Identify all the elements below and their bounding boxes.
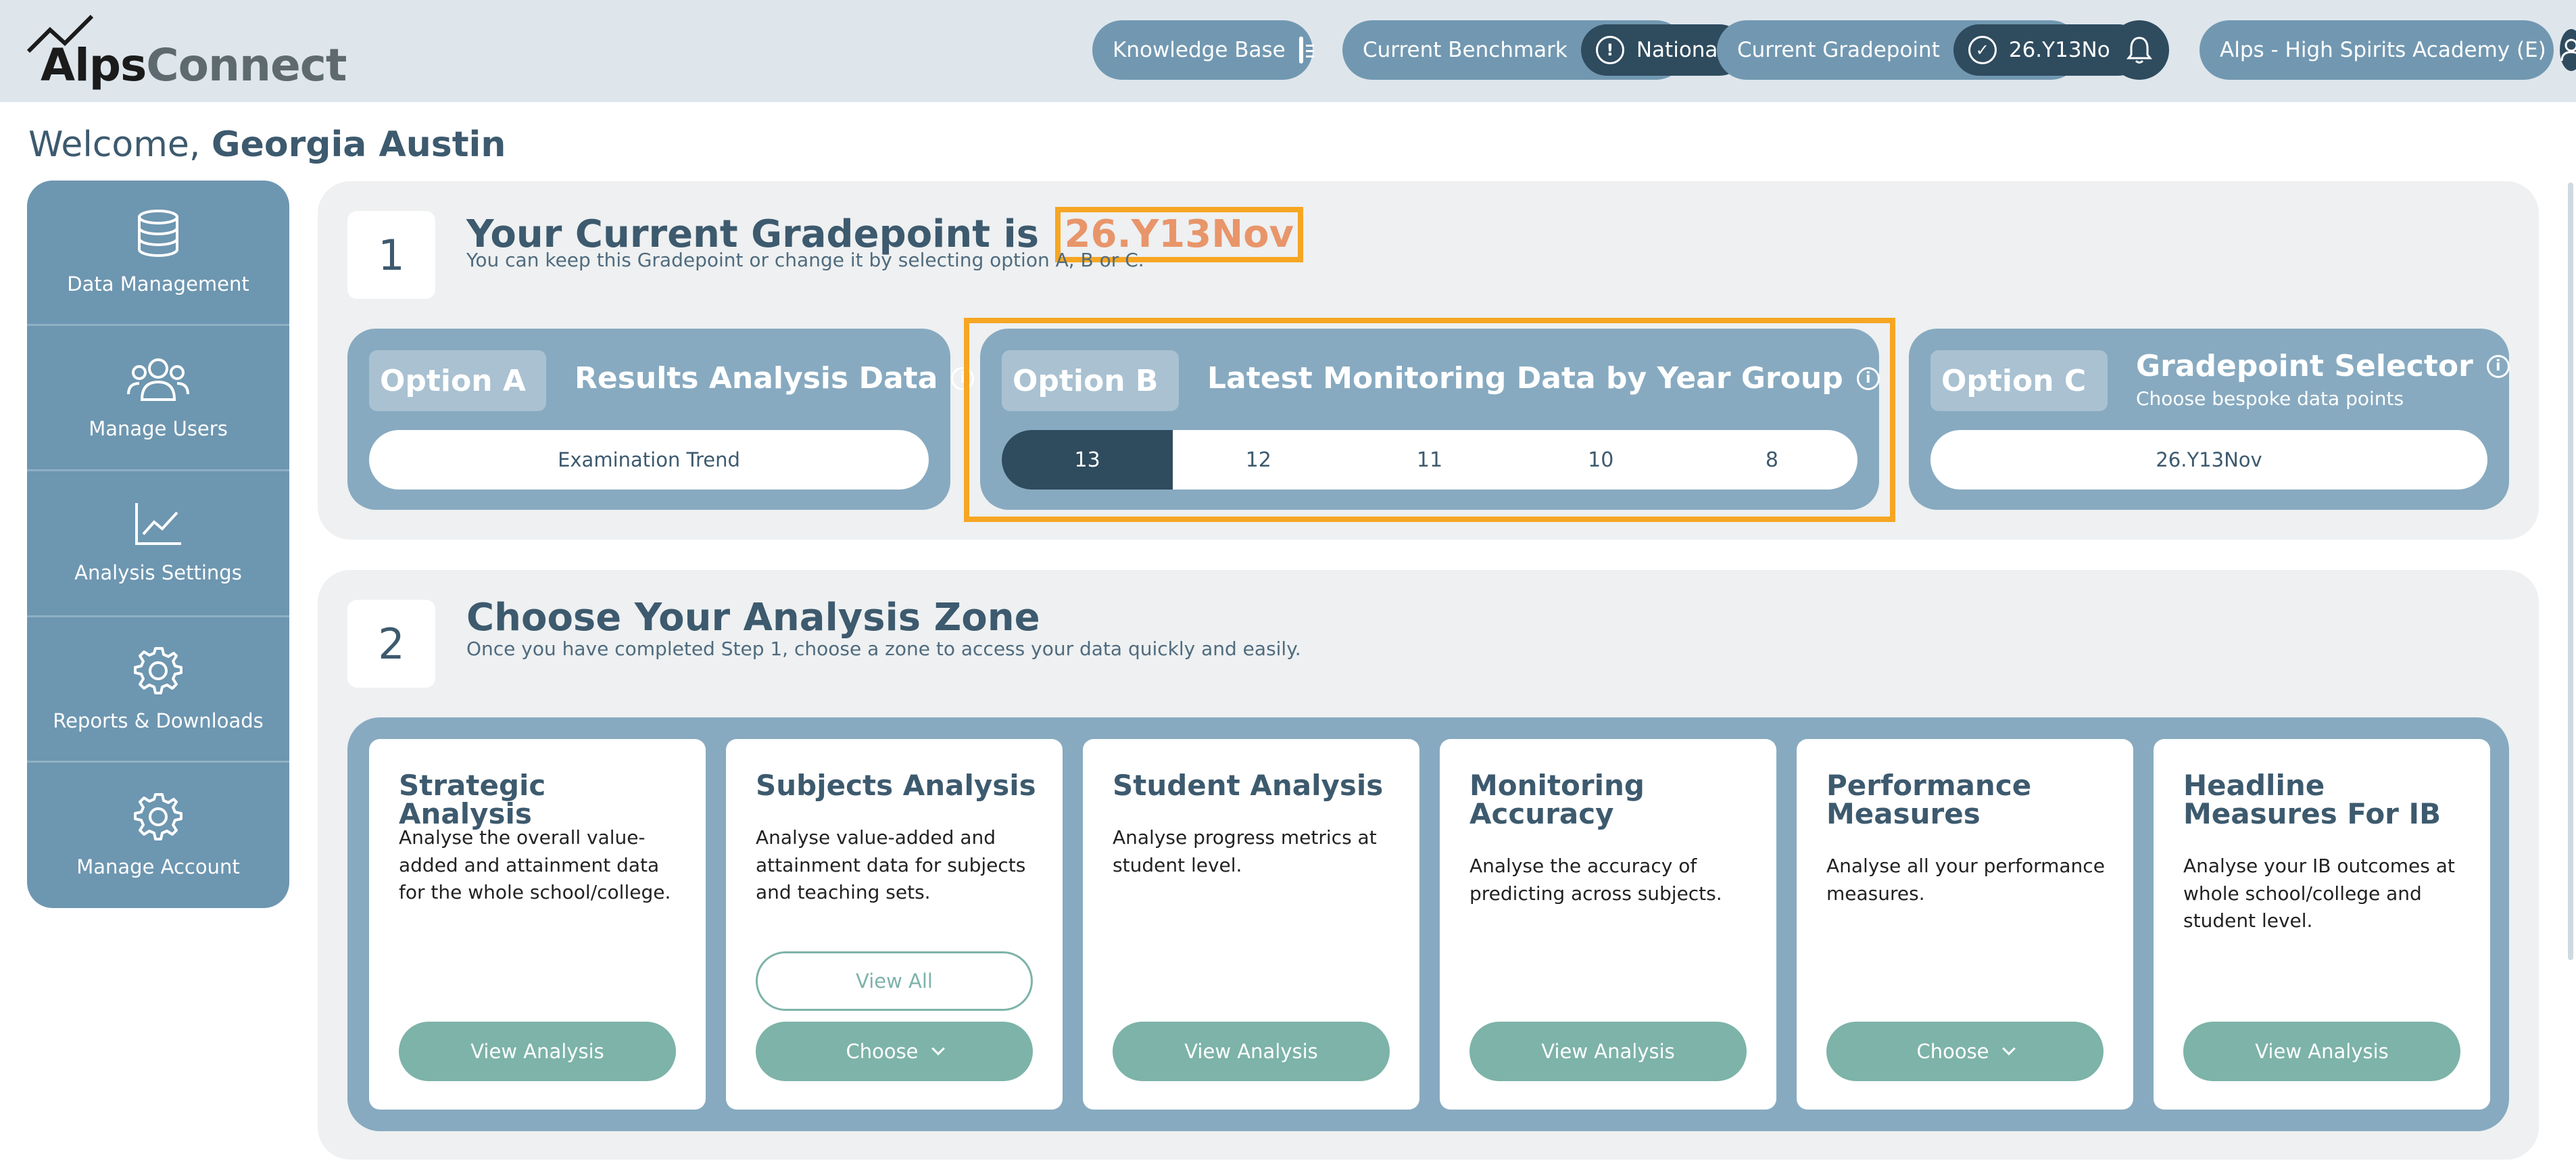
knowledge-base-button[interactable]: Knowledge Base [1092, 20, 1314, 80]
card-title: Student Analysis [1113, 769, 1384, 802]
chevron-down-icon [931, 1042, 945, 1055]
card-title: Headline Measures For IB [2183, 769, 2441, 830]
option-b-highlight-frame [964, 318, 1895, 522]
card-description: Analyse the overall value-added and atta… [399, 826, 671, 904]
zone-card-strategic-analysis: Strategic Analysis Analyse the overall v… [369, 739, 706, 1110]
page-scrollbar[interactable] [2568, 183, 2573, 960]
alps-connect-logo[interactable]: AlpsConnect [27, 14, 347, 91]
option-a-tag: Option A [369, 350, 546, 411]
card-description: Analyse the accuracy of predicting acros… [1469, 855, 1722, 905]
gradepoint-selector-button[interactable]: 26.Y13Nov [1930, 430, 2487, 490]
benchmark-selector[interactable]: Current Benchmark ! National [1342, 20, 1746, 80]
welcome-prefix: Welcome, [28, 124, 201, 165]
choose-label: Choose [846, 1040, 919, 1063]
logo-connect: Connect [146, 39, 347, 91]
option-c-title: Gradepoint Selector [2136, 349, 2473, 383]
gradepoint-selector[interactable]: Current Gradepoint ✓ 26.Y13Nov [1717, 20, 2145, 80]
sidebar-item-reports-downloads[interactable]: Reports & Downloads [27, 617, 289, 763]
sidebar-item-label: Manage Users [89, 417, 228, 441]
examination-trend-button[interactable]: Examination Trend [369, 430, 929, 490]
step2-panel: 2 Choose Your Analysis Zone Once you hav… [318, 570, 2539, 1160]
step1-panel: 1 Your Current Gradepoint is 26.Y13Nov Y… [318, 181, 2539, 540]
book-icon [1298, 37, 1314, 64]
database-icon [138, 210, 178, 258]
view-analysis-button[interactable]: View Analysis [1113, 1022, 1390, 1081]
card-title: Performance Measures [1826, 769, 2032, 830]
users-icon [127, 358, 189, 402]
option-a-card: Option A Results Analysis Data i Examina… [347, 329, 975, 510]
option-c-card: Option C Gradepoint Selector i Choose be… [1909, 329, 2510, 510]
card-title: Monitoring Accuracy [1469, 769, 1645, 830]
analysis-zones: Strategic Analysis Analyse the overall v… [347, 717, 2509, 1131]
top-header: AlpsConnect Knowledge Base Current Bench… [0, 0, 2576, 102]
choose-label: Choose [1916, 1040, 1989, 1063]
card-description: Analyse value-added and attainment data … [756, 826, 1026, 904]
sidebar-item-manage-users[interactable]: Manage Users [27, 326, 289, 472]
step-number: 1 [347, 211, 435, 299]
zone-card-student-analysis: Student Analysis Analyse progress metric… [1083, 739, 1419, 1110]
step1-subtitle: You can keep this Gradepoint or change i… [466, 249, 1144, 271]
gradepoint-label: Current Gradepoint [1737, 38, 1940, 62]
zone-card-monitoring-accuracy: Monitoring Accuracy Analyse the accuracy… [1440, 739, 1776, 1110]
option-c-tag: Option C [1930, 350, 2108, 411]
choose-dropdown-button[interactable]: Choose [1826, 1022, 2104, 1081]
chevron-down-icon [2001, 1042, 2016, 1055]
sidebar-item-label: Reports & Downloads [53, 709, 264, 732]
card-title: Subjects Analysis [756, 769, 1036, 802]
view-analysis-button[interactable]: View Analysis [1469, 1022, 1747, 1081]
gradepoint-value: 26.Y13Nov [2008, 38, 2123, 62]
card-description: Analyse your IB outcomes at whole school… [2183, 855, 2455, 932]
zone-card-headline-measures-ib: Headline Measures For IB Analyse your IB… [2154, 739, 2490, 1110]
view-analysis-button[interactable]: View Analysis [399, 1022, 676, 1081]
card-title: Strategic Analysis [399, 769, 546, 830]
step-number: 2 [347, 600, 435, 688]
logo-alps: Alps [41, 39, 147, 91]
zone-card-performance-measures: Performance Measures Analyse all your pe… [1797, 739, 2133, 1110]
card-description: Analyse all your performance measures. [1826, 855, 2105, 905]
chart-line-icon [135, 503, 181, 546]
school-name: Alps - High Spirits Academy (E) [2220, 38, 2546, 62]
notifications-button[interactable] [2110, 20, 2169, 80]
gear-icon [134, 646, 183, 694]
sidebar-nav: Data Management Manage Users Analysis Se… [27, 181, 289, 908]
welcome-heading: Welcome, Georgia Austin [28, 124, 506, 165]
choose-dropdown-button[interactable]: Choose [756, 1022, 1033, 1081]
card-description: Analyse progress metrics at student leve… [1113, 826, 1377, 876]
view-all-button[interactable]: View All [756, 951, 1033, 1011]
analysis-zone-heading: Choose Your Analysis Zone [466, 596, 1040, 640]
sidebar-item-analysis-settings[interactable]: Analysis Settings [27, 471, 289, 617]
school-account-selector[interactable]: Alps - High Spirits Academy (E) [2200, 20, 2576, 80]
zone-card-subjects-analysis: Subjects Analysis Analyse value-added an… [726, 739, 1063, 1110]
sidebar-item-label: Data Management [67, 272, 249, 296]
user-name: Georgia Austin [211, 124, 506, 165]
info-icon[interactable]: i [2486, 354, 2510, 378]
sidebar-item-label: Manage Account [76, 855, 240, 879]
sidebar-item-manage-account[interactable]: Manage Account [27, 763, 289, 908]
benchmark-value: National [1636, 38, 1724, 62]
benchmark-label: Current Benchmark [1363, 38, 1568, 62]
sidebar-item-label: Analysis Settings [74, 561, 242, 585]
view-analysis-button[interactable]: View Analysis [2183, 1022, 2460, 1081]
option-c-subtitle: Choose bespoke data points [2136, 387, 2404, 410]
bell-icon [2126, 37, 2153, 64]
sidebar-item-data-management[interactable]: Data Management [27, 181, 289, 327]
alert-icon: ! [1595, 36, 1624, 64]
user-icon [2559, 29, 2576, 71]
step2-subtitle: Once you have completed Step 1, choose a… [466, 638, 1301, 660]
knowledge-base-label: Knowledge Base [1113, 38, 1286, 62]
check-circle-icon: ✓ [1968, 36, 1997, 64]
option-a-title: Results Analysis Data [575, 361, 938, 396]
gear-icon [134, 793, 183, 841]
